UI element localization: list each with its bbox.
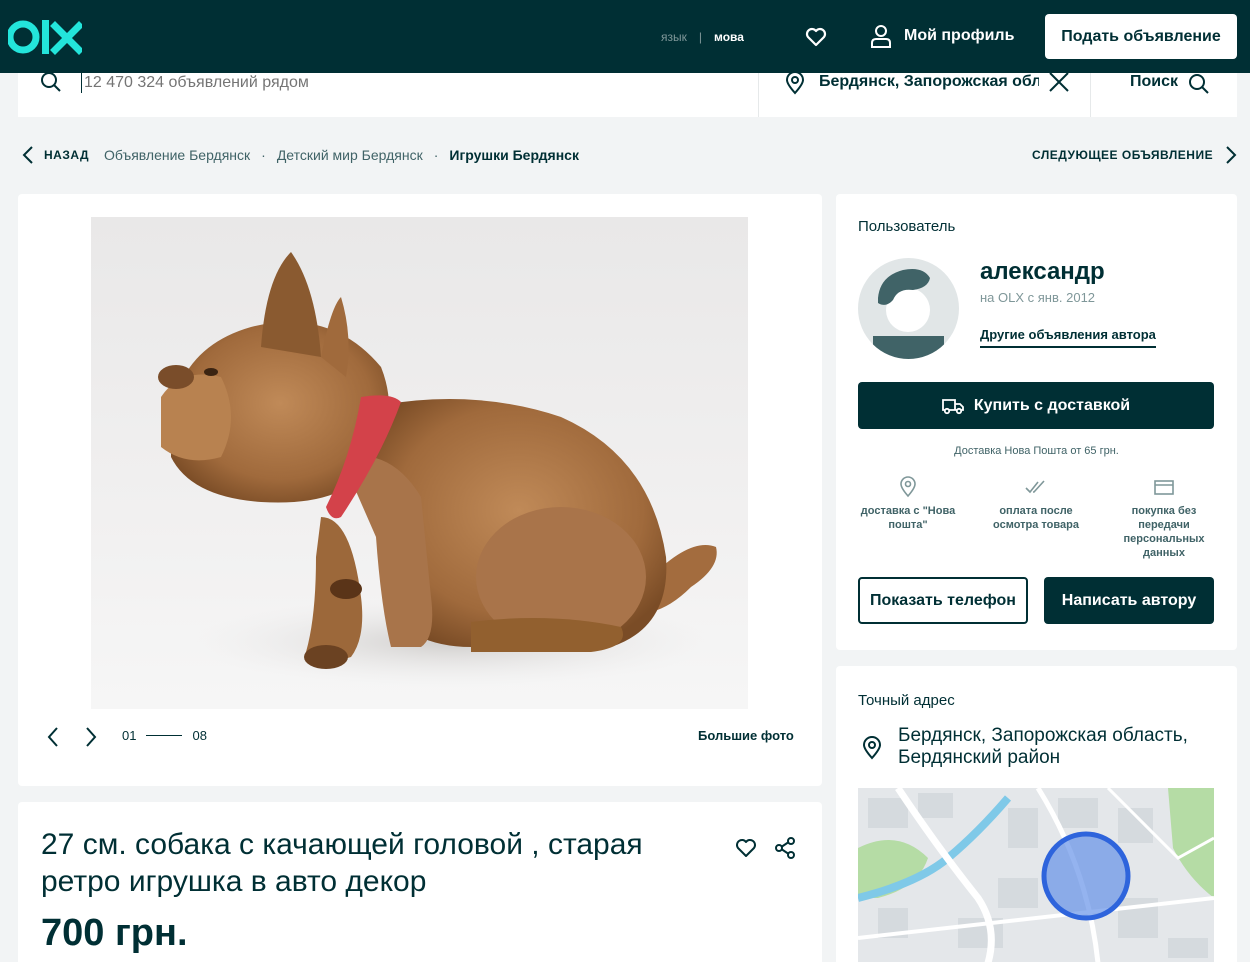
location-input[interactable]: Бердянск, Запорожская обла <box>819 73 1039 91</box>
seller-card: Пользователь александр на OLX с янв. 201… <box>836 194 1237 650</box>
avatar <box>858 258 959 359</box>
photo-current: 01 <box>122 728 137 743</box>
breadcrumb-item[interactable]: Объявление Бердянск <box>104 147 250 163</box>
feature-label: доставка с "Нова пошта" <box>860 505 956 531</box>
favorites-heart-icon[interactable] <box>804 25 828 49</box>
feature-item: покупка без передачи персональных данных <box>1114 476 1214 560</box>
clear-location-icon[interactable] <box>1048 71 1070 93</box>
location-pin-icon <box>900 476 916 498</box>
breadcrumb: НАЗАД Объявление Бердянск · Детский мир … <box>22 145 579 165</box>
buy-with-delivery-button[interactable]: Купить с доставкой <box>858 382 1214 429</box>
delivery-note: Доставка Нова Пошта от 65 грн. <box>954 445 1119 457</box>
seller-name: александр <box>980 258 1105 285</box>
search-input[interactable] <box>81 73 751 93</box>
lang-ru-link[interactable]: язык <box>661 30 687 44</box>
delivery-features: доставка с "Нова пошта" оплата после осм… <box>858 476 1214 560</box>
next-ad-link[interactable]: СЛЕДУЮЩЕЕ ОБЪЯВЛЕНИЕ <box>1032 145 1237 165</box>
feature-item: доставка с "Нова пошта" <box>858 476 958 560</box>
gallery-prev-icon[interactable] <box>46 726 60 748</box>
search-divider <box>1090 73 1091 117</box>
double-check-icon <box>1025 480 1045 494</box>
listing-photo[interactable] <box>91 217 748 709</box>
user-icon <box>871 25 891 48</box>
my-profile-link[interactable]: Мой профиль <box>870 24 1014 48</box>
truck-icon <box>941 398 964 414</box>
feature-label: покупка без передачи персональных данных <box>1123 505 1205 559</box>
listing-title: 27 см. собака с качающей головой , стара… <box>41 828 643 898</box>
search-bar: Бердянск, Запорожская обла Поиск <box>18 71 1237 117</box>
photo-total: 08 <box>192 728 207 743</box>
seller-since: на OLX с янв. 2012 <box>980 290 1096 305</box>
chevron-right-icon <box>1226 146 1237 164</box>
photo-counter: 01 08 <box>122 728 207 743</box>
listing-price: 700 грн. <box>41 912 188 954</box>
big-photo-link[interactable]: Большие фото <box>698 728 794 743</box>
search-submit-label: Поиск <box>1130 73 1179 90</box>
address-card: Точный адрес Бердянск, Запорожская облас… <box>836 666 1237 962</box>
breadcrumb-item[interactable]: Игрушки Бердянск <box>449 147 579 163</box>
listing-title-card: 27 см. собака с качающей головой , стара… <box>18 802 822 962</box>
photo-gallery: 01 08 Большие фото <box>18 194 822 786</box>
feature-item: оплата после осмотра товара <box>986 476 1086 560</box>
search-icon <box>41 72 61 92</box>
buy-with-delivery-label: Купить с доставкой <box>973 396 1131 414</box>
counter-line <box>146 735 183 736</box>
seller-section-label: Пользователь <box>858 218 956 235</box>
language-switch: язык | мова <box>661 30 744 44</box>
next-ad-label: СЛЕДУЮЩЕЕ ОБЪЯВЛЕНИЕ <box>1032 148 1214 162</box>
address-text: Бердянск, Запорожская область, Бердянски… <box>898 725 1188 768</box>
dog-toy-image <box>158 252 717 687</box>
lang-separator: | <box>698 30 702 44</box>
search-divider <box>758 73 759 117</box>
show-phone-button[interactable]: Показать телефон <box>858 577 1028 624</box>
feature-label: оплата после осмотра товара <box>993 505 1079 531</box>
chevron-left-icon[interactable] <box>22 145 34 165</box>
search-icon <box>1189 74 1209 94</box>
post-ad-button[interactable]: Подать объявление <box>1045 14 1237 59</box>
breadcrumb-item[interactable]: Детский мир Бердянск <box>277 147 423 163</box>
top-header: язык | мова Мой профиль Подать объявлени… <box>0 0 1250 73</box>
my-profile-label: Мой профиль <box>904 27 1015 44</box>
location-map[interactable] <box>858 788 1214 962</box>
olx-logo[interactable] <box>8 18 82 56</box>
message-author-button[interactable]: Написать автору <box>1044 577 1214 624</box>
credit-card-icon <box>1154 480 1174 495</box>
location-pin-icon <box>862 736 882 760</box>
share-icon[interactable] <box>774 836 796 860</box>
address-section-label: Точный адрес <box>858 692 955 709</box>
location-pin-icon <box>785 71 805 95</box>
back-link[interactable]: НАЗАД <box>44 148 89 162</box>
breadcrumb-separator: · <box>433 147 439 163</box>
search-submit-button[interactable]: Поиск <box>1130 73 1210 95</box>
favorite-heart-icon[interactable] <box>734 836 758 860</box>
other-ads-link[interactable]: Другие объявления автора <box>980 327 1156 348</box>
gallery-next-icon[interactable] <box>84 726 98 748</box>
breadcrumb-separator: · <box>261 147 266 163</box>
lang-ua-link[interactable]: мова <box>714 30 744 44</box>
